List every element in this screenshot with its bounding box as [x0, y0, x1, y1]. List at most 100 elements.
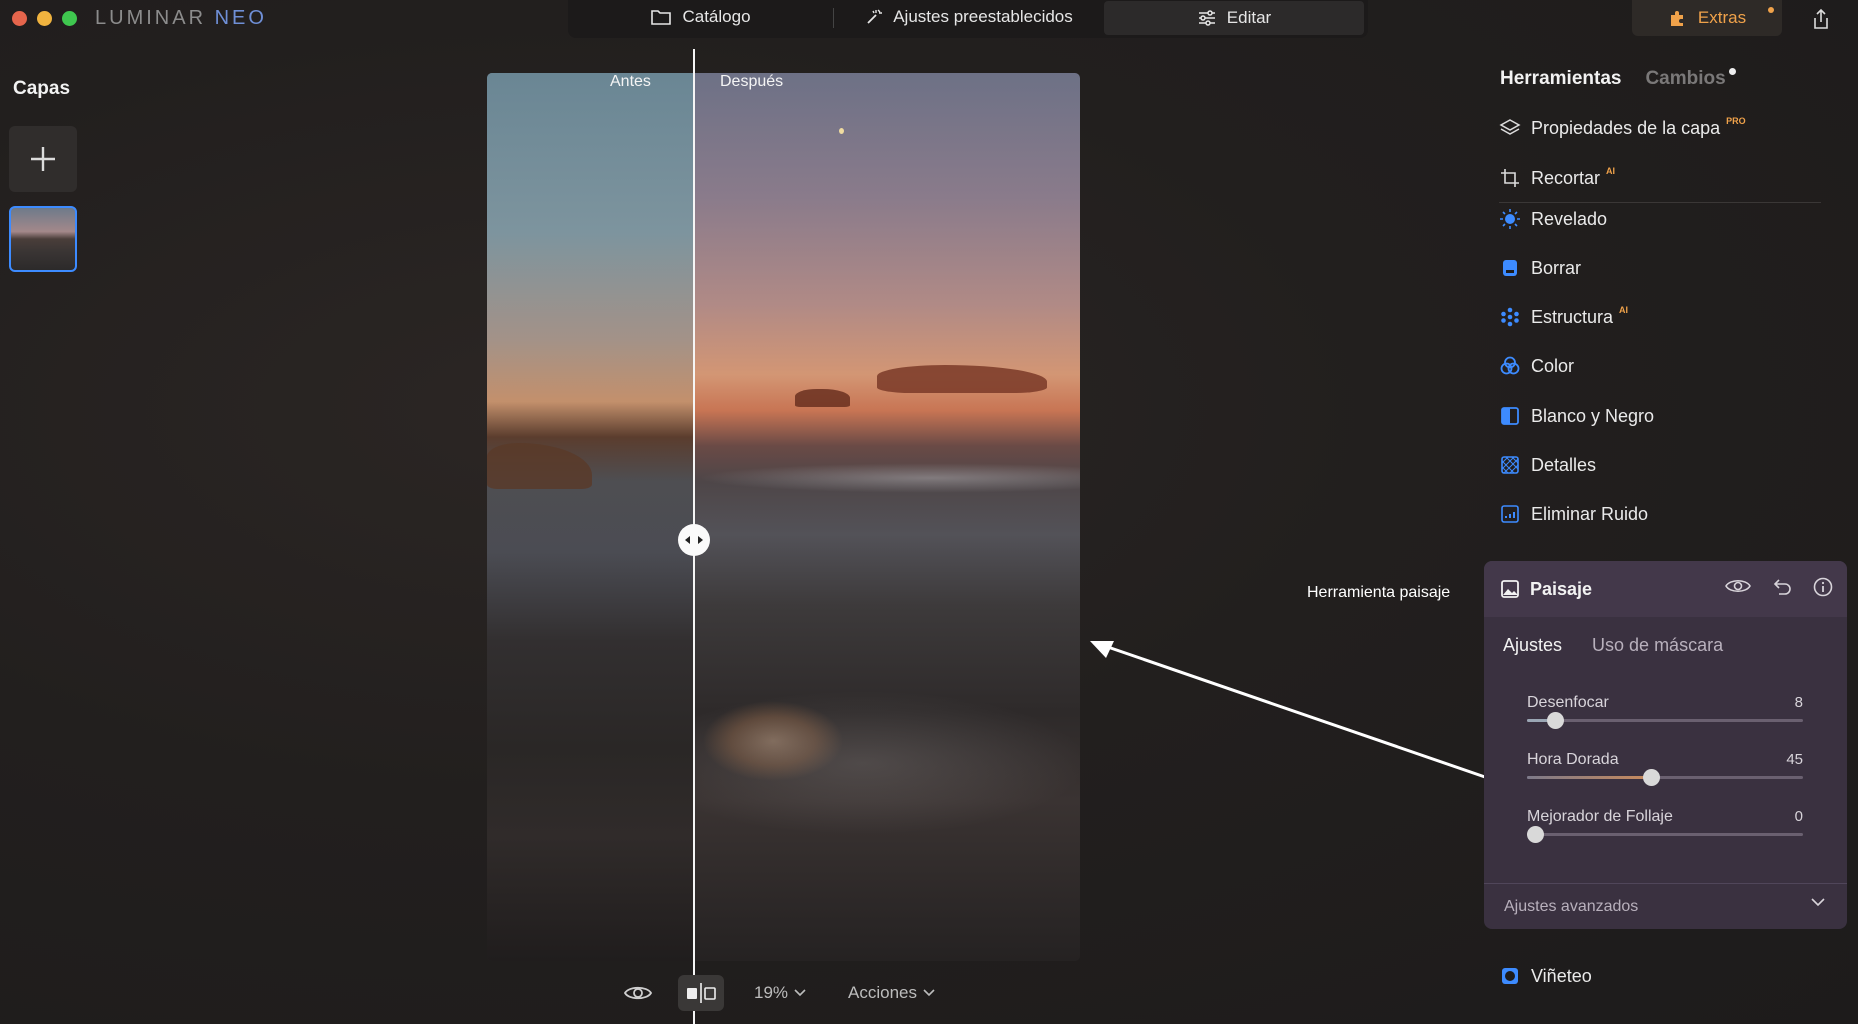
image-icon: [1501, 580, 1519, 598]
nav-catalog[interactable]: Catálogo: [568, 0, 833, 34]
app-logo: LUMINAR NEO: [95, 7, 267, 30]
after-label: Después: [720, 73, 784, 90]
tool-black-white[interactable]: Blanco y Negro: [1499, 402, 1654, 430]
info-icon[interactable]: [1813, 577, 1833, 597]
tool-color[interactable]: Color: [1499, 352, 1574, 380]
landscape-tool-panel: Paisaje Ajustes Uso de máscara Desenfoca…: [1484, 561, 1847, 929]
moon-dot: [839, 128, 844, 134]
tool-label: Estructura: [1531, 306, 1614, 327]
slider-golden-hour: Hora Dorada 45: [1527, 751, 1803, 786]
actions-label: Acciones: [848, 983, 918, 1002]
nav-catalog-label: Catálogo: [682, 7, 751, 26]
tool-layer-properties[interactable]: Propiedades de la capa PRO: [1499, 114, 1746, 142]
color-icon: [1499, 355, 1521, 377]
slider-value: 45: [1786, 751, 1803, 768]
tools-divider: [1499, 202, 1821, 203]
ai-badge: AI: [1619, 305, 1629, 315]
tab-changes[interactable]: Cambios: [1645, 68, 1736, 90]
tool-details[interactable]: Detalles: [1499, 451, 1596, 479]
share-button[interactable]: [1808, 6, 1834, 32]
wave-foam: [697, 463, 1080, 493]
structure-icon: [1499, 306, 1521, 328]
extras-label: Extras: [1697, 8, 1747, 27]
slider-foliage-enhancer: Mejorador de Follaje 0: [1527, 808, 1803, 843]
noise-icon: [1499, 503, 1521, 525]
tab-masking[interactable]: Uso de máscara: [1592, 635, 1723, 656]
slider-track[interactable]: [1527, 712, 1803, 729]
share-icon: [1814, 8, 1828, 29]
plus-icon: [31, 147, 55, 171]
brand-accent: NEO: [214, 7, 267, 29]
right-panel-tabs: Herramientas Cambios: [1500, 68, 1736, 90]
slider-value: 0: [1794, 808, 1803, 825]
top-bar: LUMINAR NEO Catálogo Ajustes preestablec…: [0, 0, 1858, 38]
tool-label: Viñeteo: [1531, 965, 1592, 986]
sliders-icon: [1198, 10, 1215, 26]
island-shape-small: [795, 389, 850, 407]
landscape-panel-title: Paisaje: [1530, 578, 1593, 599]
preview-toggle-button[interactable]: [620, 975, 656, 1011]
advanced-settings-toggle[interactable]: Ajustes avanzados: [1484, 883, 1847, 929]
slider-label: Desenfocar: [1527, 694, 1609, 711]
tool-label: Eliminar Ruido: [1531, 503, 1649, 524]
compare-icon: [687, 983, 716, 1003]
landscape-panel-tabs: Ajustes Uso de máscara: [1484, 617, 1847, 673]
annotation-label: Herramienta paisaje: [1307, 584, 1451, 601]
layer-thumbnail[interactable]: [9, 206, 77, 272]
slider-value: 8: [1794, 694, 1803, 711]
tab-tools[interactable]: Herramientas: [1500, 68, 1621, 90]
chevron-down-icon: [1811, 898, 1825, 907]
layers-title: Capas: [13, 78, 71, 99]
bottom-toolbar: 19% Acciones: [620, 975, 935, 1011]
slider-track[interactable]: [1527, 826, 1803, 843]
nav-edit[interactable]: Editar: [1104, 1, 1364, 35]
chevron-down-icon: [794, 989, 806, 997]
tool-denoise[interactable]: Eliminar Ruido: [1499, 500, 1648, 528]
eye-icon[interactable]: [1725, 577, 1751, 595]
sun-icon: [1499, 208, 1521, 230]
nav-presets[interactable]: Ajustes preestablecidos: [834, 0, 1104, 34]
extras-notification-dot: [1768, 7, 1774, 13]
slider-knob[interactable]: [1527, 826, 1544, 843]
ai-badge: AI: [1606, 166, 1616, 176]
tool-crop[interactable]: Recortar AI: [1499, 164, 1615, 192]
main-nav: Catálogo Ajustes preestablecidos Editar: [568, 0, 1368, 38]
add-layer-button[interactable]: [9, 126, 77, 192]
tool-develop[interactable]: Revelado: [1499, 205, 1607, 233]
brand-main: LUMINAR: [95, 7, 207, 29]
magic-wand-icon: [867, 9, 883, 24]
slider-fill: [1527, 776, 1652, 779]
zoom-window-button[interactable]: [62, 11, 77, 26]
zoom-value: 19%: [754, 983, 789, 1002]
minimize-window-button[interactable]: [37, 11, 52, 26]
before-label: Antes: [610, 73, 651, 90]
tool-label: Revelado: [1531, 208, 1608, 229]
tool-structure[interactable]: Estructura AI: [1499, 303, 1628, 331]
tool-vignette[interactable]: Viñeteo: [1499, 962, 1592, 990]
slider-knob[interactable]: [1546, 712, 1564, 729]
before-image: [487, 73, 693, 961]
tool-label: Recortar: [1531, 167, 1601, 188]
slider-knob[interactable]: [1643, 769, 1661, 786]
slider-label: Hora Dorada: [1527, 751, 1619, 768]
split-arrows-icon: [685, 536, 703, 544]
chevron-down-icon: [923, 989, 935, 997]
details-icon: [1499, 454, 1521, 476]
slider-track[interactable]: [1527, 769, 1803, 786]
tool-label: Borrar: [1531, 257, 1582, 278]
undo-icon[interactable]: [1771, 577, 1793, 597]
tool-erase[interactable]: Borrar: [1499, 254, 1581, 282]
extras-button[interactable]: Extras: [1632, 0, 1782, 36]
bw-icon: [1499, 405, 1521, 427]
close-window-button[interactable]: [12, 11, 27, 26]
photo-canvas[interactable]: [487, 73, 1080, 961]
compare-button[interactable]: [678, 975, 724, 1011]
tab-changes-label: Cambios: [1645, 68, 1726, 89]
zoom-dropdown[interactable]: 19%: [754, 983, 806, 1003]
compare-split-handle[interactable]: [678, 524, 710, 556]
tab-adjustments[interactable]: Ajustes: [1503, 635, 1562, 656]
landscape-panel-header[interactable]: Paisaje: [1484, 561, 1847, 617]
slider-blur: Desenfocar 8: [1527, 694, 1803, 729]
nav-presets-label: Ajustes preestablecidos: [893, 7, 1073, 26]
actions-dropdown[interactable]: Acciones: [848, 983, 935, 1003]
